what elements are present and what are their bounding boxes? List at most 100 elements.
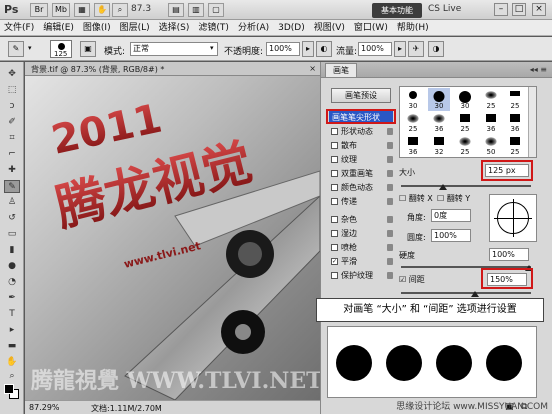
hardness-field[interactable]: 100% [489, 248, 529, 261]
brush-tip[interactable]: 36 [480, 111, 502, 134]
marquee-tool-icon[interactable]: ⬚ [4, 84, 20, 97]
lock-icon[interactable] [387, 156, 393, 163]
hand-icon[interactable]: ✋ [94, 3, 110, 17]
angle-roundness-widget[interactable] [489, 194, 537, 242]
menu-3d[interactable]: 3D(D) [278, 20, 305, 35]
lock-icon[interactable] [387, 184, 393, 191]
maximize-icon[interactable]: □ [512, 3, 526, 16]
option-transfer[interactable]: 传递 [329, 195, 393, 208]
type-tool-icon[interactable]: T [4, 308, 20, 321]
flip-x-checkbox[interactable]: ☐ 翻转 X [399, 193, 433, 204]
brush-tip[interactable]: 36 [504, 111, 526, 134]
pressure-opacity-icon[interactable]: ◐ [316, 41, 332, 57]
brush-tip-selected[interactable]: 30 [428, 88, 450, 111]
brush-tip[interactable]: 36 [428, 111, 450, 134]
checkbox[interactable] [331, 230, 338, 237]
brush-presets-button[interactable]: 画笔预设 [331, 88, 391, 103]
option-wet-edges[interactable]: 湿边 [329, 227, 393, 240]
option-airbrush[interactable]: 喷枪 [329, 241, 393, 254]
spacing-slider-thumb[interactable] [471, 291, 479, 297]
brush-preset-picker[interactable]: 125 [50, 40, 72, 58]
size-slider-thumb[interactable] [439, 184, 447, 190]
size-slider-track[interactable] [401, 185, 531, 187]
flow-field[interactable]: 100% [358, 42, 392, 56]
grid-icon[interactable]: ▦ [74, 3, 90, 17]
brush-tip[interactable]: 25 [402, 111, 424, 134]
lock-icon[interactable] [387, 216, 393, 223]
lock-icon[interactable] [387, 128, 393, 135]
shape-tool-icon[interactable]: ▬ [4, 340, 20, 353]
brush-tip[interactable]: 25 [454, 111, 476, 134]
crop-tool-icon[interactable]: ⌗ [4, 132, 20, 145]
opacity-field[interactable]: 100% [266, 42, 300, 56]
brush-tool-icon[interactable]: ✎ [8, 41, 24, 57]
tips-scrollbar[interactable] [528, 87, 536, 157]
option-texture[interactable]: 纹理 [329, 153, 393, 166]
lock-icon[interactable] [387, 272, 393, 279]
checkbox[interactable] [331, 244, 338, 251]
arrange-icon[interactable]: ▥ [188, 3, 204, 17]
option-smoothing[interactable]: ✓ 平滑 [329, 255, 393, 268]
brush-tip[interactable]: 25 [504, 134, 526, 157]
document-tab[interactable]: 背景.tif @ 87.3% (背景, RGB/8#) * × [25, 62, 320, 76]
screen-mode-icon[interactable]: ▢ [208, 3, 224, 17]
hand-tool-icon[interactable]: ✋ [4, 356, 20, 369]
lock-icon[interactable] [387, 230, 393, 237]
brush-tip[interactable]: 36 [402, 134, 424, 157]
foreground-color-swatch[interactable] [4, 384, 14, 394]
checkbox[interactable] [331, 198, 338, 205]
menu-window[interactable]: 窗口(W) [354, 20, 388, 35]
brush-tip[interactable]: 25 [454, 134, 476, 157]
workspace-button[interactable]: 基本功能 [372, 3, 422, 18]
zoom-level[interactable]: 87.3 [131, 4, 151, 14]
checkbox-checked[interactable]: ✓ [331, 258, 338, 265]
brush-tip[interactable]: 25 [480, 88, 502, 111]
checkbox[interactable] [331, 216, 338, 223]
lock-icon[interactable] [387, 258, 393, 265]
checkbox[interactable] [331, 272, 338, 279]
mode-select[interactable]: 正常 [130, 42, 218, 56]
move-tool-icon[interactable]: ✥ [4, 68, 20, 81]
menu-layer[interactable]: 图层(L) [120, 20, 150, 35]
document-canvas[interactable]: 2011 腾龙视觉 www.tlvi.net 腾龍視覺 WWW.TLVI.NET [25, 76, 320, 400]
option-color-dynamics[interactable]: 颜色动态 [329, 181, 393, 194]
brush-tip[interactable]: 32 [428, 134, 450, 157]
minimize-icon[interactable]: – [494, 3, 508, 16]
pressure-size-icon[interactable]: ◑ [428, 41, 444, 57]
pen-tool-icon[interactable]: ✒ [4, 292, 20, 305]
opacity-dropdown-icon[interactable]: ▸ [302, 41, 314, 57]
brush-tip[interactable]: 25 [504, 88, 526, 111]
spacing-checkbox[interactable]: ☑ 间距 [399, 274, 425, 285]
option-scattering[interactable]: 散布 [329, 139, 393, 152]
close-icon[interactable]: × [532, 3, 546, 16]
checkbox[interactable] [331, 156, 338, 163]
gradient-tool-icon[interactable]: ▮ [4, 244, 20, 257]
view-extras-icon[interactable]: ▤ [168, 3, 184, 17]
lasso-tool-icon[interactable]: ↄ [4, 100, 20, 113]
airbrush-icon[interactable]: ✈ [408, 41, 424, 57]
history-brush-tool-icon[interactable]: ↺ [4, 212, 20, 225]
lock-icon[interactable] [387, 142, 393, 149]
option-shape-dynamics[interactable]: 形状动态 [329, 125, 393, 138]
zoom-tool-icon[interactable]: ⌕ [4, 370, 20, 383]
healing-tool-icon[interactable]: ✚ [4, 164, 20, 177]
brush-tip[interactable]: 50 [480, 134, 502, 157]
checkbox[interactable] [331, 128, 338, 135]
lock-icon[interactable] [387, 198, 393, 205]
brush-tip[interactable]: 30 [402, 88, 424, 111]
eraser-tool-icon[interactable]: ▭ [4, 228, 20, 241]
checkbox[interactable] [331, 170, 338, 177]
checkbox[interactable] [331, 142, 338, 149]
lock-icon[interactable] [387, 170, 393, 177]
eyedropper-tool-icon[interactable]: ⌐ [4, 148, 20, 161]
path-select-tool-icon[interactable]: ▸ [4, 324, 20, 337]
lock-icon[interactable] [387, 244, 393, 251]
panel-menu-icon[interactable]: ◂◂ ≡ [530, 65, 547, 74]
brush-panel-toggle-icon[interactable]: ▣ [80, 41, 96, 57]
checkbox[interactable] [331, 184, 338, 191]
menu-help[interactable]: 帮助(H) [397, 20, 429, 35]
quick-select-tool-icon[interactable]: ✐ [4, 116, 20, 129]
zoom-status[interactable]: 87.29% [29, 403, 60, 412]
menu-analysis[interactable]: 分析(A) [238, 20, 269, 35]
spacing-slider-track[interactable] [401, 292, 531, 294]
